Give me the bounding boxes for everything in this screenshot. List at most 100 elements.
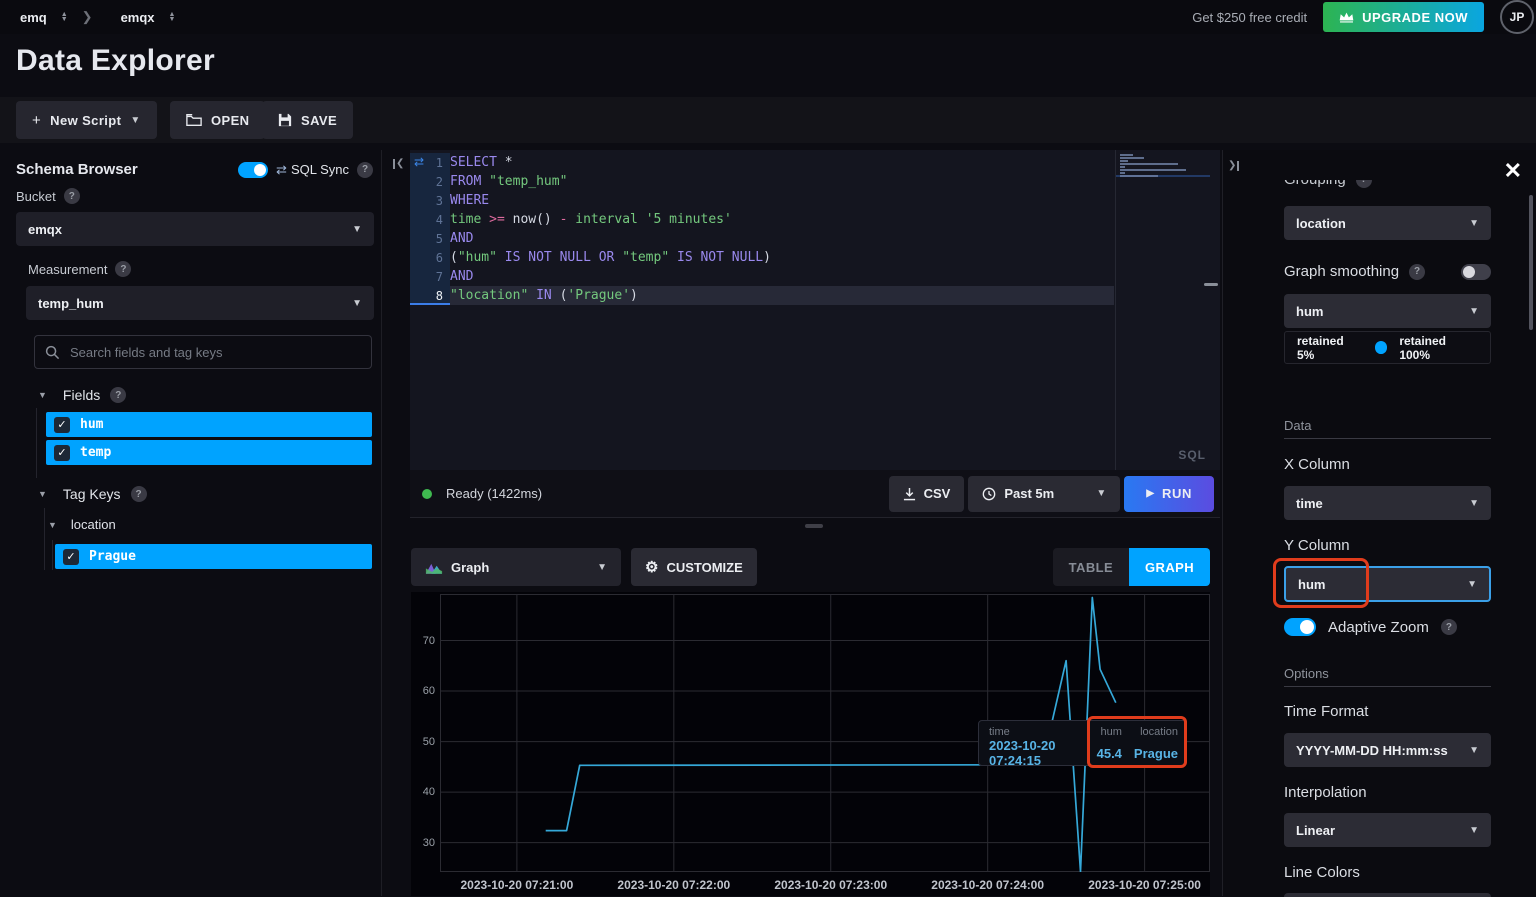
chevron-down-icon: ▼ [1469, 825, 1479, 836]
collapse-sidebar-icon[interactable]: ❮ [393, 158, 404, 169]
page-title: Data Explorer [16, 44, 215, 78]
run-button[interactable]: ▶ RUN [1124, 476, 1214, 512]
code-line[interactable]: time >= now() - interval '5 minutes' [450, 210, 1114, 229]
sql-sync-toggle[interactable] [238, 162, 268, 178]
adaptive-zoom-help-icon[interactable]: ? [1441, 619, 1457, 635]
visualization-panel: Graph ▼ ⚙ CUSTOMIZE TABLE GRAPH 30405060… [410, 540, 1220, 896]
smoothing-help-icon[interactable]: ? [1409, 264, 1425, 280]
field-checkbox-hum[interactable]: ✓ hum [46, 412, 372, 437]
save-button[interactable]: SAVE [262, 101, 353, 139]
editor-minimap[interactable] [1115, 150, 1210, 470]
code-line[interactable]: ("hum" IS NOT NULL OR "temp" IS NOT NULL… [450, 248, 1114, 267]
adaptive-zoom-toggle[interactable] [1284, 618, 1316, 636]
sync-arrows-icon: ⇄ [414, 155, 424, 169]
code-line[interactable]: AND [450, 267, 1114, 286]
bucket-select[interactable]: emqx ▼ [16, 212, 374, 246]
measurement-help-icon[interactable]: ? [115, 261, 131, 277]
code-line[interactable]: "location" IN ('Prague') [450, 286, 1114, 305]
play-icon: ▶ [1146, 488, 1154, 499]
code-line[interactable]: FROM "temp_hum" [450, 172, 1114, 191]
free-credit-link[interactable]: Get $250 free credit [1192, 10, 1307, 25]
x-column-select[interactable]: time ▼ [1284, 486, 1491, 520]
tag-value-checkbox-prague[interactable]: ✓ Prague [55, 544, 372, 569]
tab-table[interactable]: TABLE [1053, 548, 1129, 586]
tagkeys-collapse-icon[interactable]: ▼ [38, 489, 47, 499]
search-input[interactable] [70, 345, 330, 360]
schema-search [34, 335, 372, 369]
gear-icon: ⚙ [645, 558, 658, 576]
csv-download-button[interactable]: CSV [889, 476, 965, 512]
time-range-select[interactable]: Past 5m ▼ [968, 476, 1120, 512]
open-button[interactable]: OPEN [170, 101, 265, 139]
grouping-select[interactable]: location ▼ [1284, 206, 1491, 240]
measurement-label: Measurement [28, 262, 107, 277]
retained-slider[interactable]: retained 5% retained 100% [1284, 331, 1491, 364]
tag-key-location[interactable]: ▼ location [48, 517, 116, 532]
breadcrumb-separator-icon: ❯ [82, 9, 93, 25]
chevron-down-icon: ▼ [1469, 306, 1479, 317]
code-line[interactable]: AND [450, 229, 1114, 248]
code-line[interactable]: SELECT * [450, 153, 1114, 172]
save-icon [278, 113, 292, 127]
tab-graph[interactable]: GRAPH [1129, 548, 1210, 586]
graph-type-select[interactable]: Graph ▼ [411, 548, 621, 586]
new-script-button[interactable]: + New Script ▼ [16, 101, 157, 139]
panel-scrollbar[interactable] [1529, 195, 1533, 330]
chevron-down-icon: ▼ [1469, 745, 1479, 756]
upgrade-now-button[interactable]: UPGRADE NOW [1323, 2, 1484, 32]
customize-button[interactable]: ⚙ CUSTOMIZE [631, 548, 757, 586]
smoothing-column-select[interactable]: hum ▼ [1284, 294, 1491, 328]
retained-left-label: retained 5% [1297, 334, 1363, 362]
line-chart[interactable]: 3040506070 2023-10-20 07:21:002023-10-20… [411, 592, 1210, 896]
chevron-down-icon: ▼ [1469, 498, 1479, 509]
folder-icon [186, 113, 202, 127]
org-name[interactable]: emq [20, 10, 47, 25]
chevron-down-icon: ▼ [1096, 488, 1106, 499]
avatar[interactable]: JP [1500, 0, 1534, 34]
fields-label: Fields [63, 387, 100, 403]
checkbox-checked-icon: ✓ [54, 445, 70, 461]
time-format-select[interactable]: YYYY-MM-DD HH:mm:ss ▼ [1284, 733, 1491, 767]
collapse-panel-icon[interactable]: ❯ [1228, 160, 1239, 171]
location-collapse-icon[interactable]: ▼ [48, 520, 57, 530]
download-icon [903, 487, 916, 501]
sql-sync-help-icon[interactable]: ? [357, 162, 373, 178]
code-line[interactable]: WHERE [450, 191, 1114, 210]
checkbox-checked-icon: ✓ [63, 549, 79, 565]
grouping-help-icon[interactable]: ? [1356, 180, 1372, 188]
measurement-select[interactable]: temp_hum ▼ [26, 286, 374, 320]
field-checkbox-temp[interactable]: ✓ temp [46, 440, 372, 465]
close-icon[interactable]: ✕ [1504, 158, 1522, 184]
chevron-down-icon: ▼ [352, 298, 362, 309]
retained-right-label: retained 100% [1399, 334, 1478, 362]
sql-sync-label: SQL Sync [291, 162, 349, 177]
view-tabs: TABLE GRAPH [1053, 548, 1210, 586]
org-switcher-icon[interactable]: ▲▼ [61, 12, 68, 22]
annotation-rect-tooltip [1087, 716, 1187, 768]
toolbar: + New Script ▼ OPEN SAVE [0, 97, 1536, 143]
editor-resize-handle[interactable] [1204, 283, 1218, 286]
workspace-switcher-icon[interactable]: ▲▼ [169, 12, 176, 22]
line-colors-select-partial[interactable] [1284, 893, 1491, 897]
workspace-name[interactable]: emqx [121, 10, 155, 25]
editor-code[interactable]: SELECT *FROM "temp_hum"WHEREtime >= now(… [450, 153, 1114, 305]
sql-editor[interactable]: ⇄ 12345678 SELECT *FROM "temp_hum"WHEREt… [410, 150, 1220, 470]
schema-browser-panel: Schema Browser ⇄ SQL Sync ? Bucket ? emq… [0, 150, 382, 896]
panel-resize-handle[interactable] [805, 524, 823, 528]
tooltip-time-label: time [989, 726, 1097, 738]
fields-help-icon[interactable]: ? [110, 387, 126, 403]
chevron-down-icon: ▼ [1467, 579, 1477, 590]
graph-smoothing-toggle[interactable] [1461, 264, 1491, 280]
bucket-help-icon[interactable]: ? [64, 188, 80, 204]
bucket-label: Bucket [16, 189, 56, 204]
schema-browser-title: Schema Browser [16, 161, 138, 178]
chevron-down-icon: ▼ [352, 224, 362, 235]
slider-handle[interactable] [1375, 341, 1388, 354]
search-icon [45, 345, 60, 360]
fields-collapse-icon[interactable]: ▼ [38, 390, 47, 400]
y-column-label: Y Column [1284, 537, 1491, 554]
tag-keys-help-icon[interactable]: ? [131, 486, 147, 502]
grouping-label-clipped: Grouping ? [1284, 180, 1491, 189]
interpolation-select[interactable]: Linear ▼ [1284, 813, 1491, 847]
language-badge: SQL [1178, 448, 1206, 462]
